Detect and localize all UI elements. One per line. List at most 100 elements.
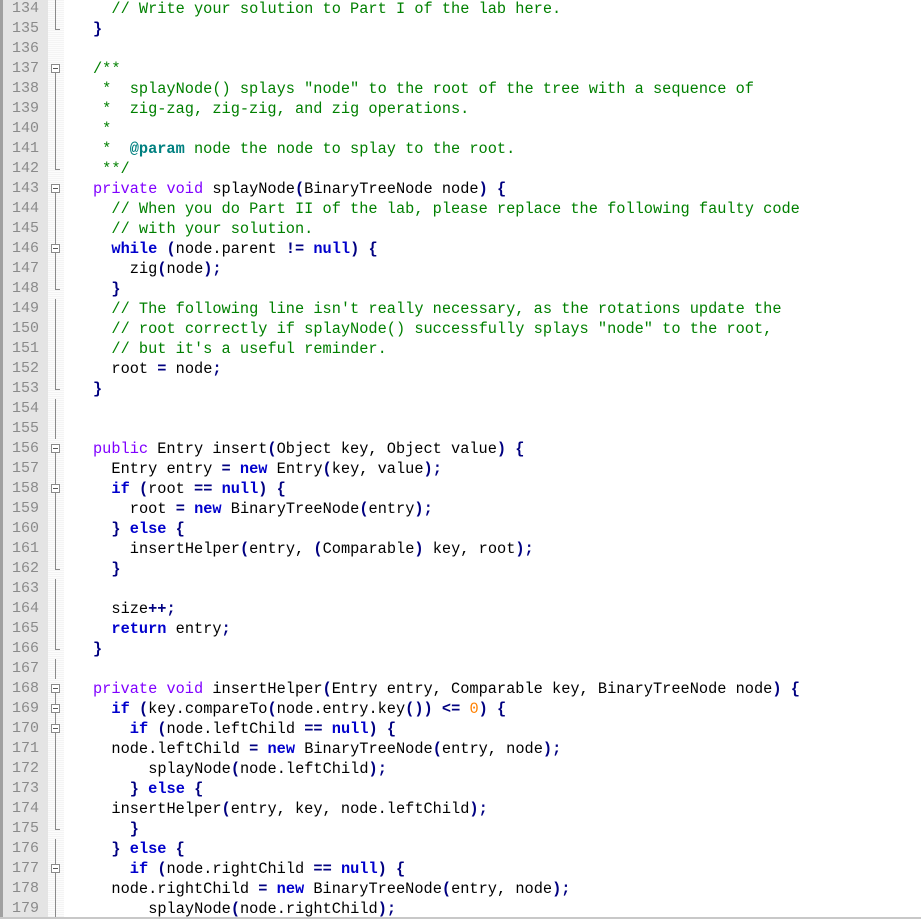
fold-line <box>48 779 64 799</box>
collapse-minus-icon[interactable] <box>51 864 60 873</box>
code-line[interactable]: 178 node.rightChild = new BinaryTreeNode(… <box>0 879 921 899</box>
code-line[interactable]: 156 public Entry insert(Object key, Objec… <box>0 439 921 459</box>
code-token: while <box>111 240 158 258</box>
line-number: 171 <box>11 740 39 757</box>
code-token: { <box>368 240 378 258</box>
code-token: new <box>194 500 222 518</box>
code-line[interactable]: 140 * <box>0 119 921 139</box>
collapse-minus-icon[interactable] <box>51 484 60 493</box>
collapse-minus-icon[interactable] <box>51 684 60 693</box>
line-number: 174 <box>11 800 39 817</box>
code-token: = <box>175 500 185 518</box>
code-token: { <box>276 480 286 498</box>
code-line[interactable]: 168 private void insertHelper(Entry entry… <box>0 679 921 699</box>
code-line[interactable]: 174 insertHelper(entry, key, node.leftChi… <box>0 799 921 819</box>
code-line[interactable]: 157 Entry entry = new Entry(key, value); <box>0 459 921 479</box>
code-token: } <box>93 380 103 398</box>
code-line[interactable]: 164 size++; <box>0 599 921 619</box>
code-line[interactable]: 152 root = node; <box>0 359 921 379</box>
code-text: // root correctly if splayNode() success… <box>111 319 772 339</box>
line-number: 169 <box>11 700 39 717</box>
collapse-minus-icon[interactable] <box>51 724 60 733</box>
code-line[interactable]: 135} <box>0 19 921 39</box>
code-line[interactable]: 173} else { <box>0 779 921 799</box>
code-line[interactable]: 155 <box>0 419 921 439</box>
code-line[interactable]: 172 splayNode(node.leftChild); <box>0 759 921 779</box>
code-line[interactable]: 154 <box>0 399 921 419</box>
code-text: } else { <box>111 839 184 859</box>
code-line[interactable]: 150 // root correctly if splayNode() succ… <box>0 319 921 339</box>
code-line[interactable]: 162} <box>0 559 921 579</box>
code-line[interactable]: 175} <box>0 819 921 839</box>
line-number: 140 <box>11 120 39 137</box>
line-number: 163 <box>11 580 39 597</box>
code-line[interactable]: 151 // but it's a useful reminder. <box>0 339 921 359</box>
code-token: node.rightChild <box>240 900 378 918</box>
code-line[interactable]: 149 // The following line isn't really ne… <box>0 299 921 319</box>
code-token: ) <box>772 680 782 698</box>
code-line[interactable]: 179 splayNode(node.rightChild); <box>0 899 921 919</box>
code-token: ) <box>350 240 360 258</box>
code-token: } <box>111 520 121 538</box>
code-line[interactable]: 166} <box>0 639 921 659</box>
code-line[interactable]: 134 // Write your solution to Part I of t… <box>0 0 921 19</box>
code-token: Object key, Object value <box>276 440 497 458</box>
fold-guide-line <box>55 19 56 29</box>
code-text: private void splayNode(BinaryTreeNode no… <box>93 179 506 199</box>
code-line[interactable]: 165 return entry; <box>0 619 921 639</box>
code-line[interactable]: 176} else { <box>0 839 921 859</box>
code-line[interactable]: 139 * zig-zag, zig-zig, and zig operatio… <box>0 99 921 119</box>
fold-guide-line <box>55 419 56 439</box>
code-line[interactable]: 144 // When you do Part II of the lab, pl… <box>0 199 921 219</box>
code-editor[interactable]: 134 // Write your solution to Part I of t… <box>0 0 921 919</box>
code-line[interactable]: 138 * splayNode() splays "node" to the r… <box>0 79 921 99</box>
code-line[interactable]: 153} <box>0 379 921 399</box>
code-line[interactable]: 161 insertHelper(entry, (Comparable) key,… <box>0 539 921 559</box>
collapse-minus-icon[interactable] <box>51 64 60 73</box>
fold-toggle-icon[interactable] <box>48 179 64 199</box>
collapse-minus-icon[interactable] <box>51 244 60 253</box>
fold-toggle-icon[interactable] <box>48 679 64 699</box>
code-line[interactable]: 177 if (node.rightChild == null) { <box>0 859 921 879</box>
code-line[interactable]: 171 node.leftChild = new BinaryTreeNode(e… <box>0 739 921 759</box>
fold-line <box>48 419 64 439</box>
collapse-minus-icon[interactable] <box>51 184 60 193</box>
code-line[interactable]: 160} else { <box>0 519 921 539</box>
code-token: void <box>166 680 204 698</box>
code-line[interactable]: 136 <box>0 39 921 59</box>
code-line[interactable]: 167 <box>0 659 921 679</box>
code-line[interactable]: 137 /** <box>0 59 921 79</box>
code-line[interactable]: 163 <box>0 579 921 599</box>
code-line[interactable]: 141 * @param node the node to splay to t… <box>0 139 921 159</box>
fold-toggle-icon[interactable] <box>48 439 64 459</box>
code-line[interactable]: 142 **/ <box>0 159 921 179</box>
fold-guide-line <box>55 879 56 899</box>
code-line[interactable]: 169 if (key.compareTo(node.entry.key()) <… <box>0 699 921 719</box>
fold-toggle-icon[interactable] <box>48 699 64 719</box>
code-line[interactable]: 158 if (root == null) { <box>0 479 921 499</box>
code-token: else <box>148 780 185 798</box>
code-token: void <box>166 180 204 198</box>
fold-guide-line <box>55 839 56 859</box>
code-line[interactable]: 146 while (node.parent != null) { <box>0 239 921 259</box>
code-line[interactable]: 147 zig(node); <box>0 259 921 279</box>
fold-toggle-icon[interactable] <box>48 479 64 499</box>
code-line[interactable]: 145 // with your solution. <box>0 219 921 239</box>
fold-toggle-icon[interactable] <box>48 719 64 739</box>
fold-toggle-icon[interactable] <box>48 239 64 259</box>
fold-toggle-icon[interactable] <box>48 859 64 879</box>
collapse-minus-icon[interactable] <box>51 444 60 453</box>
code-line[interactable]: 170 if (node.leftChild == null) { <box>0 719 921 739</box>
fold-line <box>48 519 64 539</box>
code-line[interactable]: 143 private void splayNode(BinaryTreeNode… <box>0 179 921 199</box>
collapse-minus-icon[interactable] <box>51 704 60 713</box>
code-line[interactable]: 159 root = new BinaryTreeNode(entry); <box>0 499 921 519</box>
code-token: } <box>111 280 121 298</box>
code-line[interactable]: 148} <box>0 279 921 299</box>
fold-toggle-icon[interactable] <box>48 59 64 79</box>
fold-line <box>48 499 64 519</box>
fold-guide-line <box>55 0 56 19</box>
